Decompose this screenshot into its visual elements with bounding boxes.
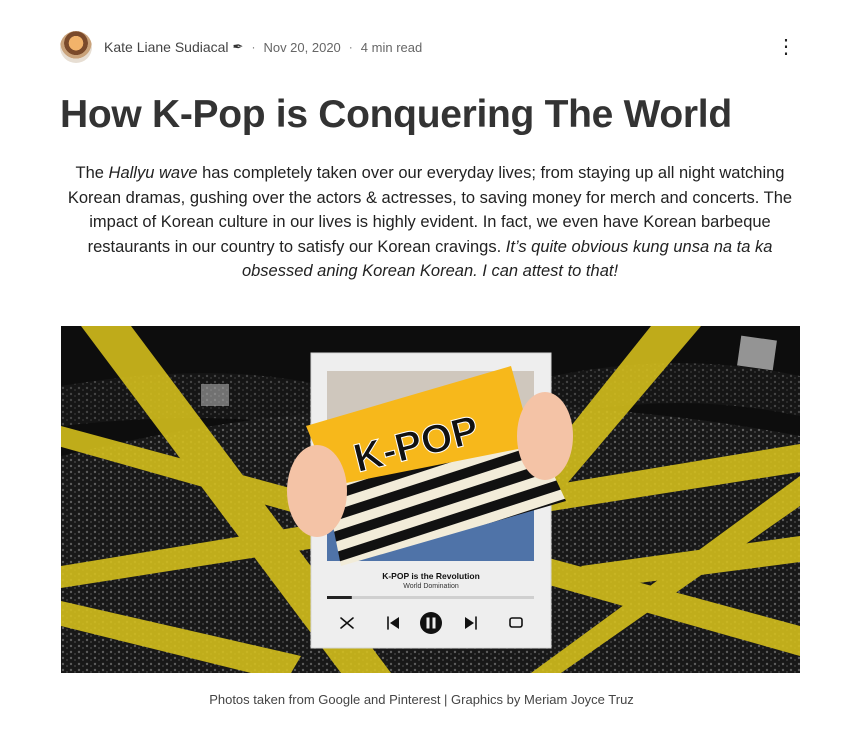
post-meta: Kate Liane Sudiacal ✒ · Nov 20, 2020 · 4… [60, 31, 800, 63]
post-date: Nov 20, 2020 [263, 39, 341, 55]
quill-icon: ✒ [232, 39, 244, 54]
author-avatar[interactable] [60, 31, 92, 63]
hero-image: K-POP K-POP is the Revolution World Domi… [61, 326, 800, 673]
author-name[interactable]: Kate Liane Sudiacal [104, 39, 229, 55]
track-subtitle: World Domination [403, 583, 459, 590]
intro-text-1: The [75, 164, 109, 182]
read-time: 4 min read [360, 39, 423, 55]
intro-emphasis-1: Hallyu wave [108, 164, 198, 182]
music-player-card: K-POP K-POP is the Revolution World Domi… [287, 352, 573, 649]
more-vertical-icon[interactable]: ⋮ [774, 35, 798, 59]
post-title: How K-Pop is Conquering The World [60, 93, 732, 136]
track-title: K-POP is the Revolution [382, 571, 480, 581]
progress-track [327, 596, 534, 599]
pause-icon [420, 612, 442, 634]
intro-paragraph: The Hallyu wave has completely taken ove… [64, 161, 796, 284]
image-caption: Photos taken from Google and Pinterest |… [209, 692, 634, 707]
progress-fill [327, 596, 352, 599]
separator-dot: · [251, 40, 256, 54]
separator-dot: · [348, 40, 353, 54]
